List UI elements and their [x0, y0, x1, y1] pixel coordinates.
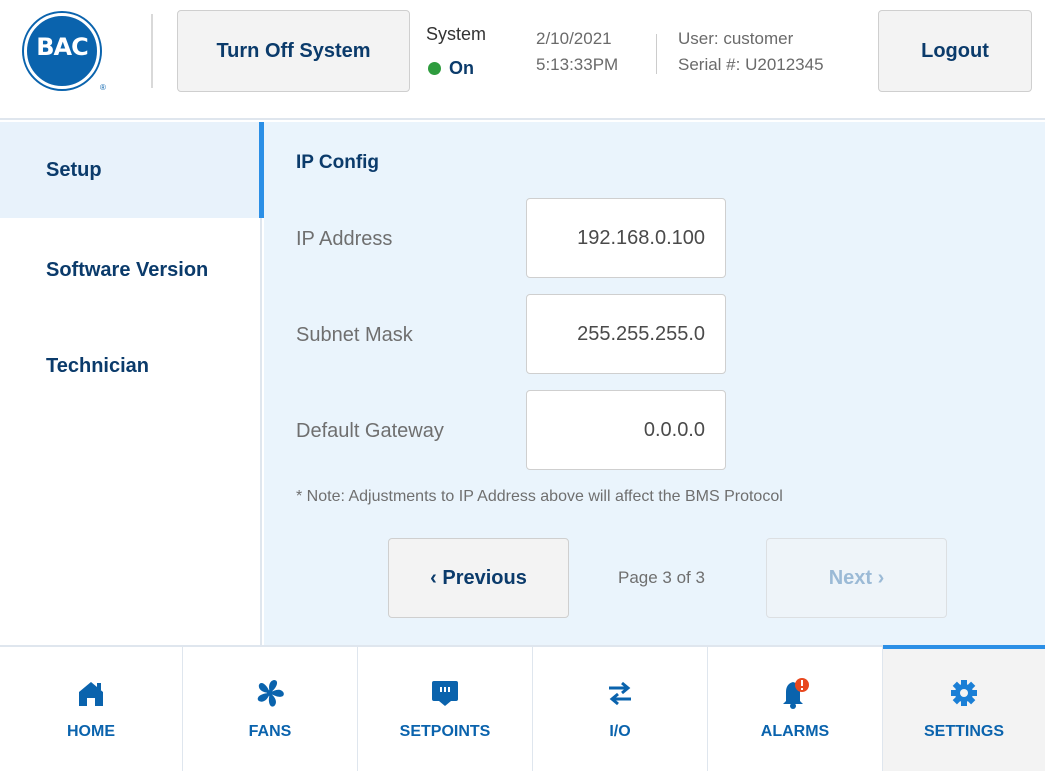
ip-note: * Note: Adjustments to IP Address above … [296, 488, 783, 505]
next-button[interactable]: Next › [766, 538, 947, 618]
subnet-mask-field[interactable]: 255.255.255.0 [526, 294, 726, 374]
main-panel: IP Config IP Address 192.168.0.100 Subne… [264, 122, 1045, 645]
ip-address-label: IP Address [296, 228, 393, 250]
default-gateway-field[interactable]: 0.0.0.0 [526, 390, 726, 470]
nav-fans[interactable]: FANS [183, 647, 357, 771]
subnet-mask-label: Subnet Mask [296, 324, 413, 346]
bac-logo: BAC ® [24, 13, 116, 93]
status-dot-icon [428, 62, 441, 75]
serial-text: Serial #: U2012345 [678, 55, 824, 74]
alarm-bell-icon [777, 675, 813, 711]
nav-io[interactable]: I/O [533, 647, 707, 771]
io-arrows-icon [602, 675, 638, 711]
header-divider-2 [656, 34, 657, 74]
home-icon [73, 675, 109, 711]
logo-text: BAC [36, 33, 88, 61]
turn-off-system-button[interactable]: Turn Off System [177, 10, 410, 92]
sidebar-item-software-version[interactable]: Software Version [0, 222, 262, 318]
default-gateway-label: Default Gateway [296, 420, 444, 442]
page-indicator: Page 3 of 3 [618, 568, 705, 587]
bottom-nav: HOME FANS SETPOINTS I/O ALARMS SETTINGS [0, 645, 1045, 771]
gear-icon [946, 675, 982, 711]
date-time: 2/10/2021 5:13:33PM [536, 26, 618, 78]
nav-label: I/O [609, 723, 631, 740]
sidebar-item-label: Setup [46, 158, 102, 181]
nav-settings[interactable]: SETTINGS [883, 645, 1045, 771]
system-label: System [426, 24, 487, 44]
system-status-text: On [449, 58, 474, 78]
sidebar: Setup Software Version Technician [0, 122, 264, 645]
header: BAC ® Turn Off System System On 2/10/202… [0, 0, 1045, 120]
time-text: 5:13:33PM [536, 55, 619, 74]
user-info: User: customer Serial #: U2012345 [678, 26, 824, 78]
header-divider [151, 14, 153, 88]
ip-address-field[interactable]: 192.168.0.100 [526, 198, 726, 278]
system-status: On [428, 58, 474, 79]
logo-registered-mark: ® [100, 83, 106, 92]
nav-home[interactable]: HOME [0, 647, 182, 771]
section-title: IP Config [296, 152, 380, 173]
fan-icon [252, 675, 288, 711]
setpoints-icon [427, 675, 463, 711]
nav-setpoints[interactable]: SETPOINTS [358, 647, 532, 771]
sidebar-item-technician[interactable]: Technician [0, 318, 262, 414]
nav-label: SETTINGS [923, 723, 1004, 740]
nav-active-indicator [883, 645, 1045, 649]
sidebar-item-label: Technician [46, 354, 149, 377]
nav-label: SETPOINTS [399, 723, 491, 740]
sidebar-item-label: Software Version [46, 258, 209, 281]
nav-label: FANS [248, 723, 292, 740]
previous-button[interactable]: ‹ Previous [388, 538, 569, 618]
user-text: User: customer [678, 29, 794, 48]
nav-alarms[interactable]: ALARMS [708, 647, 882, 771]
nav-label: HOME [67, 723, 115, 740]
logout-button[interactable]: Logout [878, 10, 1032, 92]
date-text: 2/10/2021 [536, 29, 612, 48]
sidebar-item-setup[interactable]: Setup [0, 122, 264, 218]
nav-label: ALARMS [760, 723, 830, 740]
